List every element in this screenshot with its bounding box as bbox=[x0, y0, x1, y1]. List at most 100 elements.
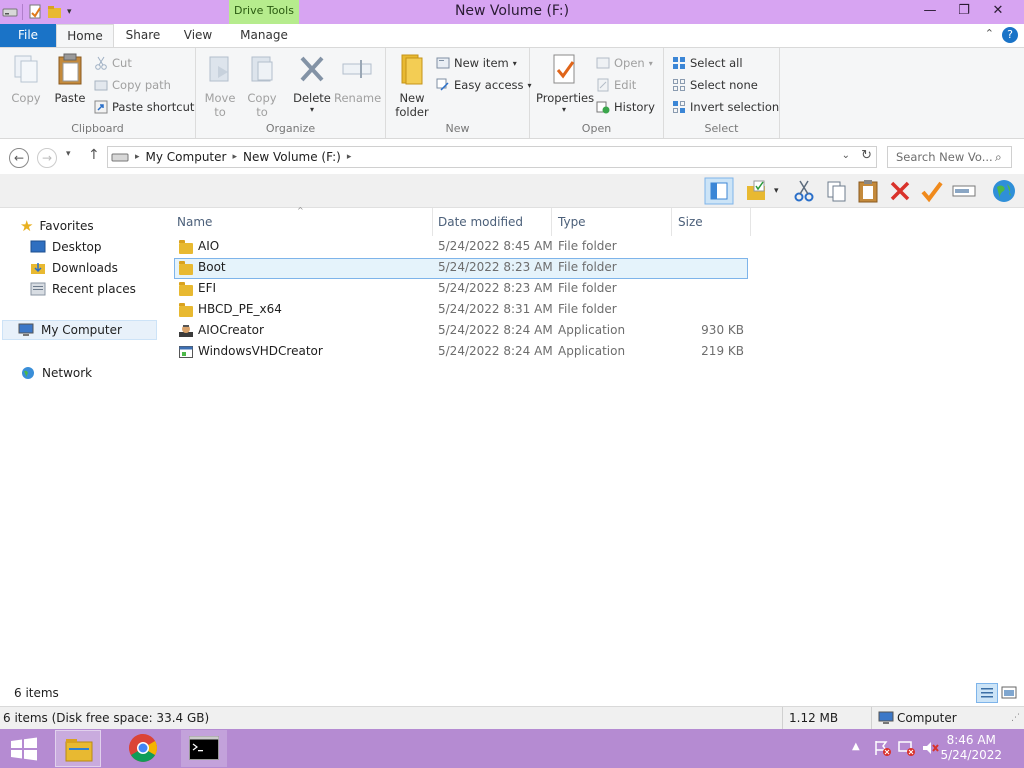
file-row[interactable]: HBCD_PE_x64 5/24/2022 8:31 AM File folde… bbox=[174, 300, 748, 321]
resize-grip-icon[interactable]: ⋰ bbox=[1011, 713, 1020, 723]
column-header-name[interactable]: Name bbox=[177, 212, 212, 232]
breadcrumb-separator-icon[interactable]: ▸ bbox=[232, 152, 237, 162]
help-icon[interactable]: ? bbox=[1002, 27, 1018, 43]
file-row[interactable]: AIOCreator 5/24/2022 8:24 AM Application… bbox=[174, 321, 748, 342]
column-header-size[interactable]: Size bbox=[678, 212, 703, 232]
easy-access-button[interactable]: Easy access ▾ bbox=[436, 75, 532, 95]
up-arrow-icon[interactable]: ↑ bbox=[88, 147, 100, 163]
tab-view[interactable]: View bbox=[176, 24, 220, 47]
taskbar-chrome[interactable] bbox=[120, 730, 166, 767]
easy-access-icon bbox=[436, 78, 449, 91]
nav-desktop[interactable]: Desktop bbox=[30, 237, 102, 257]
check-icon[interactable] bbox=[919, 178, 945, 204]
folder-options-icon[interactable] bbox=[744, 178, 770, 204]
ribbon-collapse-icon[interactable]: ⌃ bbox=[985, 27, 994, 40]
column-header-type[interactable]: Type bbox=[558, 212, 586, 232]
move-to-icon bbox=[209, 56, 229, 82]
column-header-date-modified[interactable]: Date modified bbox=[438, 212, 523, 232]
search-input[interactable]: Search New Vo... bbox=[887, 146, 1012, 168]
nav-favorites[interactable]: ★ Favorites bbox=[20, 216, 94, 236]
folder-options-dropdown-icon[interactable]: ▾ bbox=[774, 186, 779, 196]
downloads-icon bbox=[31, 263, 45, 274]
file-name: AIO bbox=[198, 239, 220, 253]
select-none-label: Select none bbox=[690, 78, 758, 92]
back-button[interactable]: ← bbox=[9, 148, 29, 168]
rename-icon[interactable] bbox=[951, 178, 977, 204]
search-icon[interactable]: ⌕ bbox=[995, 150, 1002, 165]
nav-network-label: Network bbox=[42, 366, 93, 380]
tab-share[interactable]: Share bbox=[118, 24, 168, 47]
details-view-icon[interactable] bbox=[976, 683, 998, 703]
paste-shortcut-button[interactable]: Paste shortcut bbox=[94, 97, 194, 117]
network-status-icon[interactable] bbox=[898, 740, 916, 756]
tab-home[interactable]: Home bbox=[56, 24, 114, 48]
edit-button[interactable]: Edit bbox=[596, 75, 636, 95]
rename-button[interactable]: Rename bbox=[334, 52, 381, 105]
file-row[interactable]: WindowsVHDCreator 5/24/2022 8:24 AM Appl… bbox=[174, 342, 748, 363]
select-none-button[interactable]: Select none bbox=[672, 75, 758, 95]
open-button[interactable]: Open ▾ bbox=[596, 53, 653, 73]
taskbar-command-prompt[interactable] bbox=[181, 730, 227, 767]
tab-file[interactable]: File bbox=[0, 24, 56, 47]
copy-to-button[interactable]: Copy to bbox=[244, 52, 280, 119]
breadcrumb-my-computer[interactable]: My Computer bbox=[146, 150, 227, 164]
file-row[interactable]: AIO 5/24/2022 8:45 AM File folder bbox=[174, 237, 748, 258]
invert-selection-button[interactable]: Invert selection bbox=[672, 97, 779, 117]
breadcrumb-separator-icon[interactable]: ▸ bbox=[135, 152, 140, 162]
tab-manage[interactable]: Manage bbox=[232, 24, 296, 47]
show-hidden-icons-icon[interactable]: ▲ bbox=[852, 741, 860, 752]
minimize-button[interactable]: — bbox=[913, 0, 947, 22]
recent-locations-dropdown-icon[interactable]: ▾ bbox=[66, 149, 71, 159]
taskbar-file-explorer[interactable] bbox=[55, 730, 101, 767]
app-icon bbox=[179, 325, 193, 337]
nav-my-computer[interactable]: My Computer bbox=[2, 320, 157, 340]
select-all-button[interactable]: Select all bbox=[672, 53, 743, 73]
new-item-button[interactable]: New item ▾ bbox=[436, 53, 517, 73]
file-type: File folder bbox=[558, 239, 617, 253]
delete-button[interactable]: Delete ▾ bbox=[292, 52, 332, 114]
address-dropdown-icon[interactable]: ⌄ bbox=[842, 150, 850, 161]
properties-button[interactable]: Properties ▾ bbox=[536, 52, 594, 114]
copy-button[interactable]: Copy bbox=[8, 52, 44, 105]
breadcrumb-new-volume[interactable]: New Volume (F:) bbox=[243, 150, 341, 164]
globe-icon[interactable] bbox=[991, 178, 1017, 204]
new-folder-button[interactable]: New folder bbox=[392, 52, 432, 119]
maximize-button[interactable]: ❐ bbox=[947, 0, 981, 22]
breadcrumb-separator-icon[interactable]: ▸ bbox=[347, 152, 352, 162]
move-to-button[interactable]: Move to bbox=[202, 52, 238, 119]
file-row-selected[interactable]: Boot 5/24/2022 8:23 AM File folder bbox=[174, 258, 748, 279]
column-separator[interactable] bbox=[671, 208, 672, 236]
history-button[interactable]: History bbox=[596, 97, 655, 117]
copy-icon[interactable] bbox=[823, 178, 849, 204]
forward-button[interactable]: → bbox=[37, 148, 57, 168]
selection-size-text: 1.12 MB bbox=[789, 711, 839, 725]
column-separator[interactable] bbox=[551, 208, 552, 236]
delete-icon[interactable] bbox=[887, 178, 913, 204]
file-row[interactable]: EFI 5/24/2022 8:23 AM File folder bbox=[174, 279, 748, 300]
volume-muted-icon[interactable] bbox=[922, 740, 940, 756]
file-type: File folder bbox=[558, 302, 617, 316]
nav-network[interactable]: Network bbox=[20, 363, 92, 383]
start-windows-icon[interactable] bbox=[10, 737, 38, 761]
invert-selection-icon bbox=[673, 101, 685, 113]
preview-pane-icon[interactable] bbox=[704, 177, 734, 205]
nav-downloads[interactable]: Downloads bbox=[30, 258, 118, 278]
scissors-icon[interactable] bbox=[791, 178, 817, 204]
paste-icon[interactable] bbox=[855, 178, 881, 204]
action-center-flag-icon[interactable] bbox=[874, 740, 892, 756]
title-bar: ▾ Drive Tools New Volume (F:) — ❐ ✕ bbox=[0, 0, 1024, 24]
nav-recent-places-label: Recent places bbox=[52, 282, 136, 296]
large-icons-view-icon[interactable] bbox=[1001, 685, 1017, 701]
cut-button[interactable]: Cut bbox=[94, 53, 132, 73]
new-folder-label-line1: New bbox=[399, 91, 425, 105]
copy-path-button[interactable]: Copy path bbox=[94, 75, 171, 95]
nav-recent-places[interactable]: Recent places bbox=[30, 279, 136, 299]
refresh-icon[interactable]: ↻ bbox=[861, 148, 872, 163]
status-divider bbox=[871, 707, 872, 729]
taskbar-clock[interactable]: 8:46 AM 5/24/2022 bbox=[940, 733, 1002, 763]
close-button[interactable]: ✕ bbox=[981, 0, 1015, 22]
paste-button[interactable]: Paste bbox=[50, 52, 90, 105]
address-box[interactable]: ▸ My Computer ▸ New Volume (F:) ▸ ⌄ ↻ bbox=[107, 146, 877, 168]
column-separator[interactable] bbox=[750, 208, 751, 236]
column-separator[interactable] bbox=[432, 208, 433, 236]
